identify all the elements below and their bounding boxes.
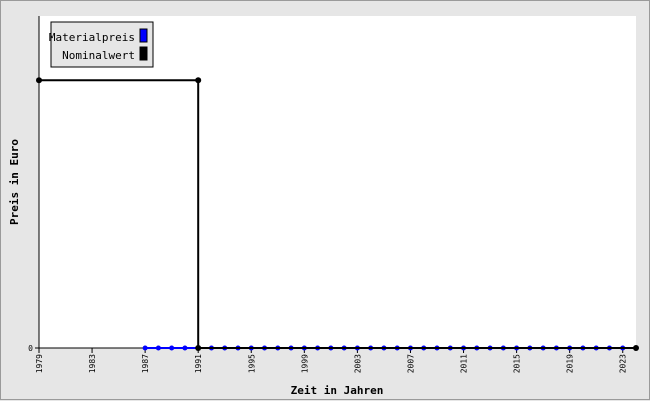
x-tick-label: 1979: [35, 354, 44, 373]
x-axis-label: Zeit in Jahren: [291, 384, 384, 397]
x-tick-label: 1999: [300, 354, 309, 373]
x-tick-label: 1995: [247, 354, 256, 373]
x-tick-label: 1991: [194, 354, 203, 373]
data-point-materialpreis: [155, 345, 161, 351]
x-tick-label: 1987: [141, 354, 150, 373]
legend-label-nominalwert: Nominalwert: [62, 49, 135, 62]
data-point-nominalwert: [633, 345, 639, 351]
x-tick-label: 2019: [566, 354, 575, 373]
data-point-materialpreis: [142, 345, 148, 351]
legend-label-materialpreis: Materialpreis: [49, 31, 135, 44]
data-point-nominalwert: [36, 77, 42, 84]
data-point-nominalwert: [195, 77, 202, 84]
chart-frame: 1979 1983 1987 1991 1995 1999 2003 2007 2011 2015…: [0, 0, 650, 400]
data-point-materialpreis: [169, 345, 175, 351]
x-tick-label: 2015: [513, 354, 522, 373]
x-tick-label: 2023: [619, 354, 628, 373]
x-tick-label: 2007: [406, 354, 415, 373]
price-chart: 1979 1983 1987 1991 1995 1999 2003 2007 2011 2015…: [8, 16, 639, 397]
legend-swatch-nominalwert: [139, 46, 148, 61]
legend-swatch-materialpreis: [139, 28, 148, 43]
legend: Materialpreis Nominalwert: [49, 21, 154, 68]
y-tick-label: 0: [28, 344, 33, 353]
data-point-materialpreis: [182, 345, 188, 351]
x-tick-label: 2003: [353, 354, 362, 373]
y-axis-label: Preis in Euro: [8, 139, 21, 225]
x-tick-label: 1983: [88, 354, 97, 373]
data-point-nominalwert: [195, 345, 202, 351]
x-tick-label: 2011: [460, 354, 469, 373]
